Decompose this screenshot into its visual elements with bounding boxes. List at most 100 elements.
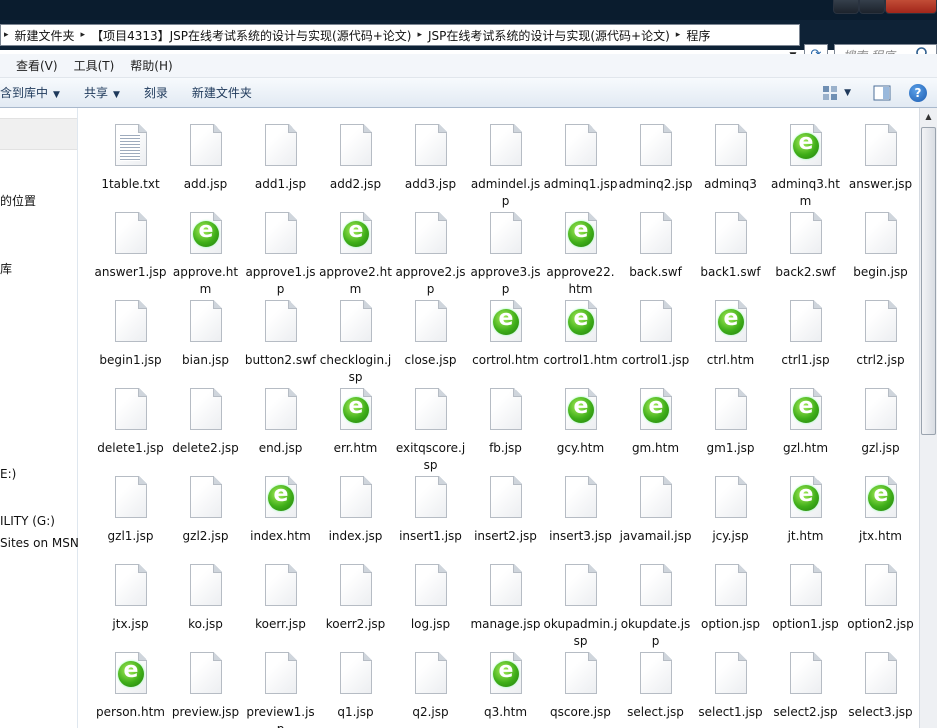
nav-item[interactable]: ILITY (G:) [0,514,55,528]
file-item[interactable]: index.htm [243,470,318,556]
close-button[interactable] [885,0,937,14]
breadcrumb-separator[interactable]: ▸ [414,30,425,40]
file-item[interactable]: log.jsp [393,558,468,644]
file-item[interactable]: cortrol1.jsp [618,294,693,380]
menu-tools[interactable]: 工具(T) [66,57,123,74]
nav-item[interactable]: 的位置 [0,192,36,209]
file-item[interactable]: q2.jsp [393,646,468,728]
chevron-down-icon[interactable]: ▼ [844,88,851,98]
file-item[interactable]: okupadmin.jsp [543,558,618,648]
file-item[interactable]: begin.jsp [843,206,918,292]
file-item[interactable]: ctrl1.jsp [768,294,843,380]
breadcrumb-separator[interactable]: ▸ [673,30,684,40]
file-item[interactable]: adminq2.jsp [618,118,693,204]
file-item[interactable]: answer.jsp [843,118,918,204]
file-item[interactable]: gzl.jsp [843,382,918,468]
file-item[interactable]: gm1.jsp [693,382,768,468]
nav-item[interactable]: E:) [0,467,16,481]
view-options-icon[interactable] [822,85,838,101]
maximize-button[interactable] [859,0,885,14]
file-item[interactable]: ctrl2.jsp [843,294,918,380]
file-item[interactable]: option2.jsp [843,558,918,644]
file-item[interactable]: koerr.jsp [243,558,318,644]
navigation-pane[interactable]: 的位置库 E:) ILITY (G:) Sites on MSN [0,108,79,728]
file-item[interactable]: delete1.jsp [93,382,168,468]
file-item[interactable]: exitqscore.jsp [393,382,468,472]
nav-item[interactable]: Sites on MSN [0,536,79,550]
file-item[interactable]: back1.swf [693,206,768,292]
address-bar[interactable]: ▸ 新建文件夹 ▸ 【项目4313】JSP在线考试系统的设计与实现(源代码+论文… [0,24,800,46]
file-item[interactable]: approve2.htm [318,206,393,296]
file-item[interactable]: select.jsp [618,646,693,728]
file-item[interactable]: fb.jsp [468,382,543,468]
breadcrumb-item[interactable]: 【项目4313】JSP在线考试系统的设计与实现(源代码+论文) [88,27,414,44]
file-item[interactable]: adminq3 [693,118,768,204]
preview-pane-icon[interactable] [873,85,891,101]
file-item[interactable]: manage.jsp [468,558,543,644]
file-item[interactable]: gm.htm [618,382,693,468]
new-folder-button[interactable]: 新建文件夹 [180,84,264,101]
help-icon[interactable]: ? [909,84,927,102]
file-item[interactable]: gcy.htm [543,382,618,468]
file-item[interactable]: answer1.jsp [93,206,168,292]
file-item[interactable]: ko.jsp [168,558,243,644]
menu-view[interactable]: 查看(V) [0,57,66,74]
file-item[interactable]: option.jsp [693,558,768,644]
file-item[interactable]: javamail.jsp [618,470,693,556]
file-item[interactable]: delete2.jsp [168,382,243,468]
file-item[interactable]: preview1.jsp [243,646,318,728]
file-item[interactable]: index.jsp [318,470,393,556]
file-item[interactable]: person.htm [93,646,168,728]
file-item[interactable]: 1table.txt [93,118,168,204]
scrollbar-thumb[interactable] [921,127,936,435]
scroll-up-icon[interactable]: ▲ [920,110,937,124]
file-item[interactable]: select1.jsp [693,646,768,728]
burn-button[interactable]: 刻录 [132,84,180,101]
file-item[interactable]: koerr2.jsp [318,558,393,644]
file-item[interactable]: q3.htm [468,646,543,728]
file-item[interactable]: cortrol1.htm [543,294,618,380]
share-button[interactable]: 共享 ▼ [72,84,132,101]
file-item[interactable]: option1.jsp [768,558,843,644]
file-item[interactable]: select2.jsp [768,646,843,728]
file-item[interactable]: insert3.jsp [543,470,618,556]
vertical-scrollbar[interactable]: ▲ [919,108,937,728]
file-item[interactable]: approve2.jsp [393,206,468,296]
file-item[interactable]: jcy.jsp [693,470,768,556]
file-item[interactable]: admindel.jsp [468,118,543,208]
nav-selected-item[interactable] [0,118,77,150]
file-item[interactable]: qscore.jsp [543,646,618,728]
nav-item[interactable]: 库 [0,260,12,277]
breadcrumb-item[interactable]: JSP在线考试系统的设计与实现(源代码+论文) [425,27,673,44]
file-item[interactable]: bian.jsp [168,294,243,380]
file-item[interactable]: back2.swf [768,206,843,292]
file-item[interactable]: jtx.jsp [93,558,168,644]
file-item[interactable]: jt.htm [768,470,843,556]
file-item[interactable]: err.htm [318,382,393,468]
file-item[interactable]: approve3.jsp [468,206,543,296]
file-item[interactable]: close.jsp [393,294,468,380]
file-item[interactable]: add2.jsp [318,118,393,204]
file-item[interactable]: adminq1.jsp [543,118,618,204]
minimize-button[interactable] [833,0,859,14]
breadcrumb-item-current[interactable]: 程序 [683,27,713,44]
file-item[interactable]: gzl2.jsp [168,470,243,556]
file-item[interactable]: add1.jsp [243,118,318,204]
file-item[interactable]: add.jsp [168,118,243,204]
file-item[interactable]: okupdate.jsp [618,558,693,648]
file-item[interactable]: approve1.jsp [243,206,318,296]
file-item[interactable]: button2.swf [243,294,318,380]
file-item[interactable]: insert2.jsp [468,470,543,556]
file-item[interactable]: approve22.htm [543,206,618,296]
file-item[interactable]: insert1.jsp [393,470,468,556]
file-item[interactable]: approve.htm [168,206,243,296]
file-item[interactable]: gzl.htm [768,382,843,468]
file-item[interactable]: end.jsp [243,382,318,468]
file-item[interactable]: preview.jsp [168,646,243,728]
breadcrumb-item[interactable]: 新建文件夹 [12,27,78,44]
breadcrumb-separator[interactable]: ▸ [1,30,12,40]
file-item[interactable]: q1.jsp [318,646,393,728]
menu-help[interactable]: 帮助(H) [122,57,180,74]
file-item[interactable]: select3.jsp [843,646,918,728]
file-item[interactable]: jtx.htm [843,470,918,556]
